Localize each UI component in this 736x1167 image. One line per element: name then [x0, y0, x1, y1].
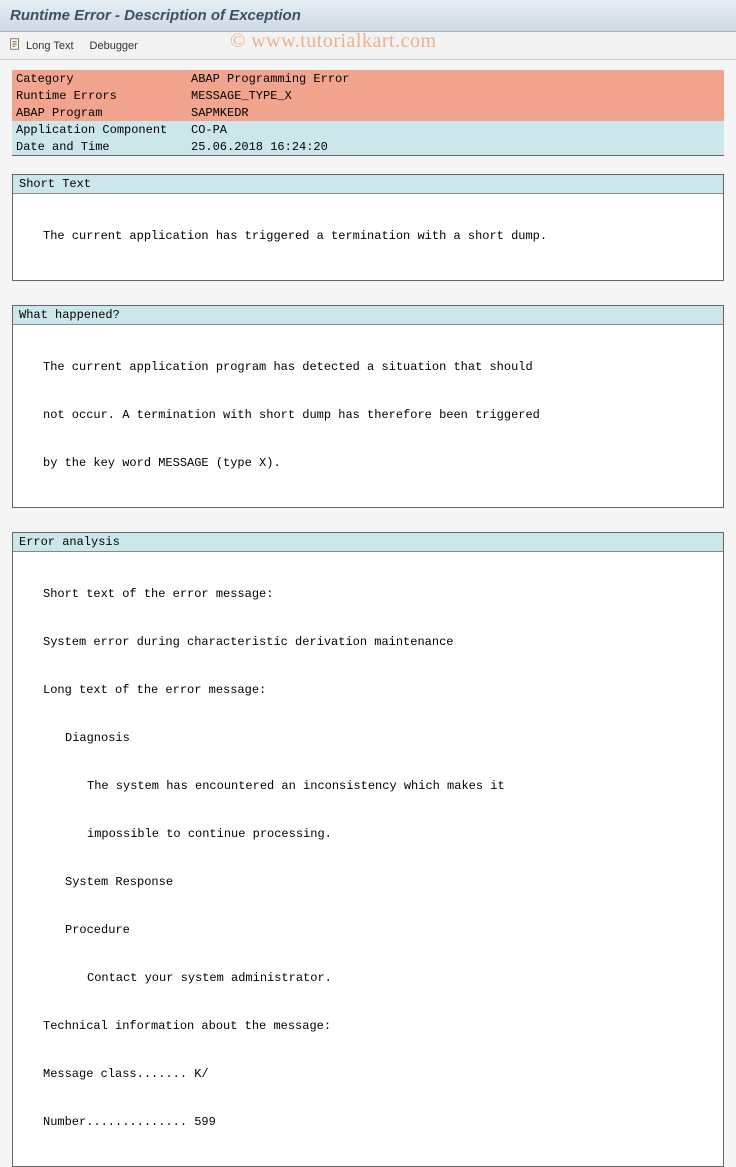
- meta-value: ABAP Programming Error: [187, 72, 349, 86]
- text-line: The system has encountered an inconsiste…: [13, 778, 723, 794]
- section-error-analysis: Error analysis Short text of the error m…: [12, 532, 724, 1167]
- long-text-button[interactable]: Long Text: [8, 37, 74, 54]
- section-header: What happened?: [13, 306, 723, 325]
- debugger-button[interactable]: Debugger: [90, 40, 138, 52]
- meta-label: Category: [12, 72, 187, 86]
- meta-row-app-component: Application Component CO-PA: [12, 121, 724, 138]
- text-line: Number.............. 599: [13, 1114, 723, 1130]
- text-line: Contact your system administrator.: [13, 970, 723, 986]
- text-line: Diagnosis: [13, 730, 723, 746]
- toolbar: Long Text Debugger: [0, 32, 736, 60]
- section-short-text: Short Text The current application has t…: [12, 174, 724, 281]
- meta-table: Category ABAP Programming Error Runtime …: [12, 70, 724, 156]
- text-line: by the key word MESSAGE (type X).: [13, 455, 723, 471]
- meta-label: Date and Time: [12, 140, 187, 154]
- meta-value: 25.06.2018 16:24:20: [187, 140, 328, 154]
- section-header: Short Text: [13, 175, 723, 194]
- text-line: Short text of the error message:: [13, 586, 723, 602]
- meta-row-category: Category ABAP Programming Error: [12, 70, 724, 87]
- content-area: Category ABAP Programming Error Runtime …: [0, 60, 736, 1167]
- text-line: Long text of the error message:: [13, 682, 723, 698]
- text-line: Technical information about the message:: [13, 1018, 723, 1034]
- text-line: Procedure: [13, 922, 723, 938]
- section-body: Short text of the error message: System …: [13, 552, 723, 1166]
- text-line: The current application program has dete…: [13, 359, 723, 375]
- section-what-happened: What happened? The current application p…: [12, 305, 724, 508]
- meta-value: SAPMKEDR: [187, 106, 249, 120]
- section-body: The current application program has dete…: [13, 325, 723, 507]
- text-line: not occur. A termination with short dump…: [13, 407, 723, 423]
- long-text-label: Long Text: [26, 40, 74, 52]
- meta-row-runtime-errors: Runtime Errors MESSAGE_TYPE_X: [12, 87, 724, 104]
- page-title: Runtime Error - Description of Exception: [10, 7, 301, 24]
- debugger-label: Debugger: [90, 40, 138, 52]
- meta-value: CO-PA: [187, 123, 227, 137]
- text-line: System error during characteristic deriv…: [13, 634, 723, 650]
- meta-value: MESSAGE_TYPE_X: [187, 89, 292, 103]
- section-header: Error analysis: [13, 533, 723, 552]
- title-bar: Runtime Error - Description of Exception: [0, 0, 736, 32]
- document-icon: [8, 37, 22, 54]
- text-line: System Response: [13, 874, 723, 890]
- meta-label: Application Component: [12, 123, 187, 137]
- section-body: The current application has triggered a …: [13, 194, 723, 280]
- text-line: The current application has triggered a …: [13, 228, 723, 244]
- meta-row-datetime: Date and Time 25.06.2018 16:24:20: [12, 138, 724, 155]
- meta-row-abap-program: ABAP Program SAPMKEDR: [12, 104, 724, 121]
- meta-label: ABAP Program: [12, 106, 187, 120]
- text-line: impossible to continue processing.: [13, 826, 723, 842]
- meta-label: Runtime Errors: [12, 89, 187, 103]
- text-line: Message class....... K/: [13, 1066, 723, 1082]
